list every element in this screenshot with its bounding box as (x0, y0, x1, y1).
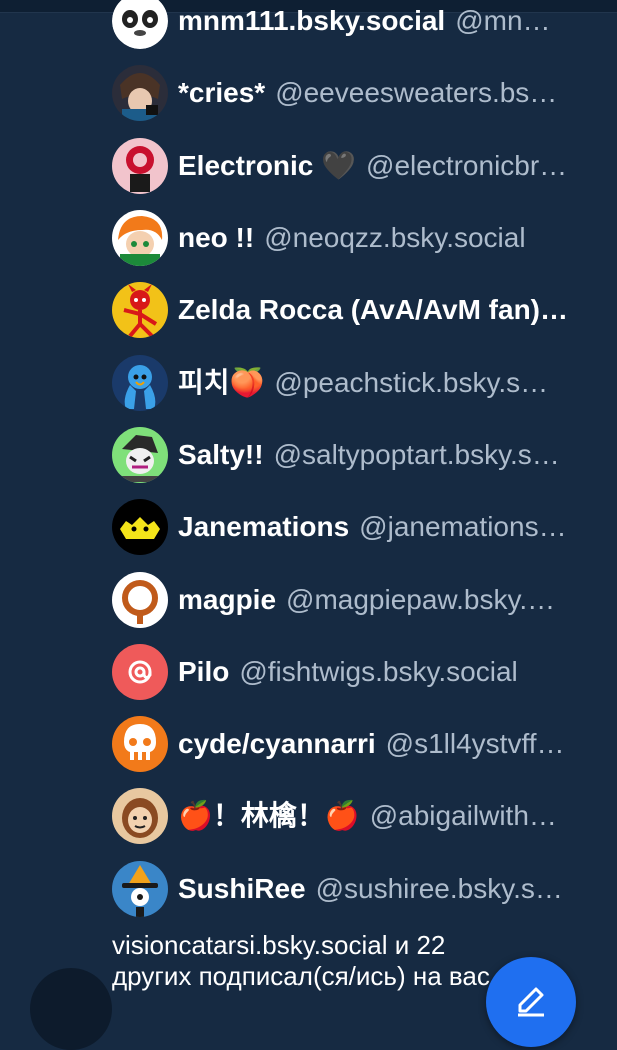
orange-character-icon[interactable] (112, 210, 168, 267)
user-handle: @eeveesweaters.bs… (275, 77, 558, 109)
user-handle: @abigailwith… (369, 800, 557, 832)
user-handle: @peachstick.bsky.s… (274, 366, 549, 398)
orange-ring-icon[interactable] (112, 571, 168, 628)
user-display-name: Pilo (178, 655, 230, 687)
user-display-name: 피치🍑 (178, 366, 265, 398)
list-item[interactable]: Electronic 🖤 @electronicbr… (0, 130, 617, 202)
list-item[interactable]: Zelda Rocca (AvA/AvM fan)… (0, 274, 617, 346)
user-display-name: Zelda Rocca (AvA/AvM fan)… (178, 294, 568, 326)
red-mask-icon[interactable] (112, 137, 168, 194)
user-display-name: Electronic 🖤 (178, 149, 357, 181)
user-handle: @janemations… (359, 511, 567, 543)
at-sign-icon[interactable] (112, 643, 168, 700)
user-display-name: magpie (178, 583, 277, 615)
list-item[interactable]: mnm111.bsky.social @mn… (0, 0, 617, 57)
dark-haired-character-icon[interactable] (112, 65, 168, 122)
user-handle: @electronicbr… (366, 149, 568, 181)
compose-pencil-icon (510, 981, 552, 1028)
list-item[interactable]: Pilo @fishtwigs.bsky.social (0, 636, 617, 708)
witch-hat-icon[interactable] (112, 860, 168, 917)
bottom-nav-button[interactable] (30, 968, 112, 1050)
list-item[interactable]: neo !! @neoqzz.bsky.social (0, 202, 617, 274)
follower-list: mnm111.bsky.social @mn… *cries* @eeveeswea… (0, 0, 617, 925)
red-stickfigure-icon[interactable] (112, 282, 168, 339)
user-handle: @mn… (455, 5, 551, 37)
green-character-icon[interactable] (112, 426, 168, 483)
list-item[interactable]: 🍎！林檎！🍎 @abigailwith… (0, 780, 617, 852)
user-display-name: SushiRee (178, 872, 306, 904)
list-item[interactable]: 피치🍑 @peachstick.bsky.s… (0, 346, 617, 418)
blue-character-icon[interactable] (112, 354, 168, 411)
compose-button[interactable] (486, 957, 576, 1047)
skull-face-icon[interactable] (112, 716, 168, 773)
list-item[interactable]: Janemations @janemations… (0, 491, 617, 563)
user-display-name: *cries* (178, 77, 266, 109)
user-display-name: 🍎！林檎！🍎 (178, 800, 360, 832)
user-handle: @magpiepaw.bsky.… (286, 583, 556, 615)
brown-character-icon[interactable] (112, 788, 168, 845)
panda-face-icon[interactable] (112, 0, 168, 50)
list-item[interactable]: cyde/cyannarri @s1ll4ystvff… (0, 708, 617, 780)
user-display-name: mnm111.bsky.social (178, 5, 446, 37)
list-item[interactable]: Salty!! @saltypoptart.bsky.s… (0, 419, 617, 491)
user-handle: @s1ll4ystvff… (385, 728, 565, 760)
user-handle: @saltypoptart.bsky.s… (273, 438, 560, 470)
list-item[interactable]: *cries* @eeveesweaters.bs… (0, 57, 617, 129)
user-display-name: cyde/cyannarri (178, 728, 376, 760)
follow-notification-line-1: visioncatarsi.bsky.social и 22 (112, 930, 446, 960)
user-display-name: Salty!! (178, 438, 264, 470)
list-item[interactable]: magpie @magpiepaw.bsky.… (0, 563, 617, 635)
list-item[interactable]: SushiRee @sushiree.bsky.s… (0, 853, 617, 925)
user-handle: @fishtwigs.bsky.social (239, 655, 518, 687)
user-handle: @sushiree.bsky.s… (315, 872, 563, 904)
user-handle: @neoqzz.bsky.social (264, 222, 526, 254)
user-display-name: Janemations (178, 511, 350, 543)
user-display-name: neo !! (178, 222, 255, 254)
yellow-face-icon[interactable] (112, 499, 168, 556)
